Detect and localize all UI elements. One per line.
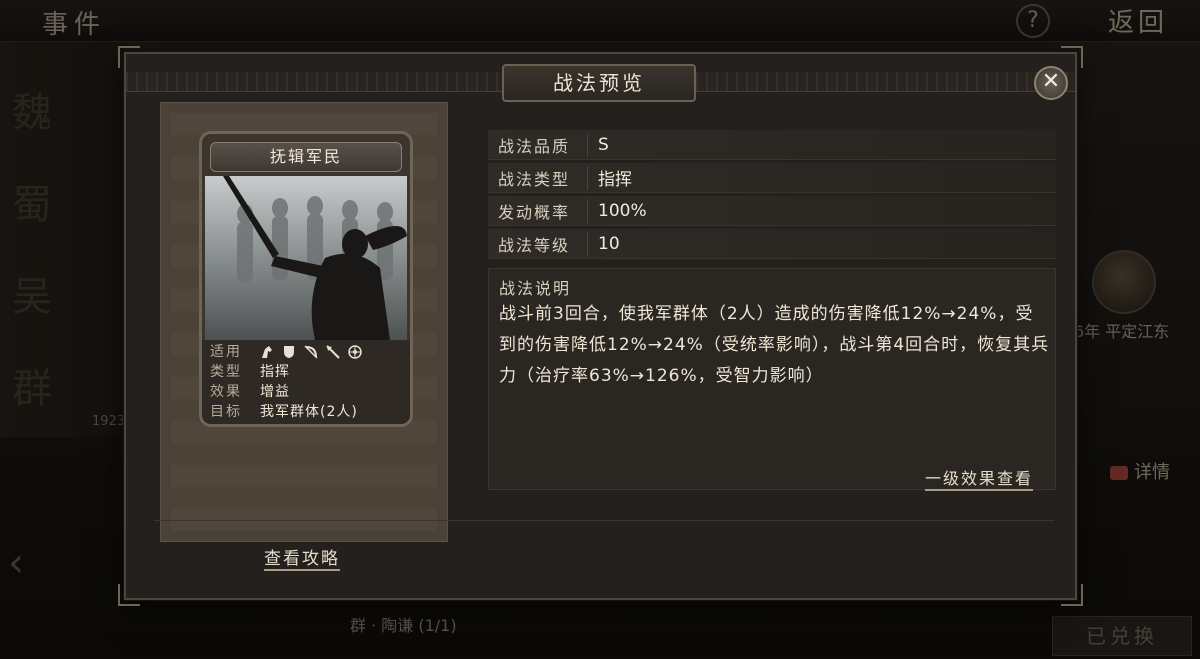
property-label: 战法等级: [488, 231, 588, 256]
tactic-preview-modal: 战法预览 ✕ 抚辑军民 适用 类型 指挥 效果 增益 目标 我军群体(2人) 战…: [118, 46, 1083, 606]
tactic-name: 抚辑军民: [210, 142, 402, 172]
card-row-label: 类型: [210, 364, 242, 380]
shield-icon: [282, 345, 296, 359]
card-row-value: 指挥: [260, 364, 290, 380]
card-row-value: 我军群体(2人): [260, 404, 358, 420]
divider: [154, 520, 1054, 521]
spear-icon: [326, 345, 340, 359]
corner-ornament: [118, 584, 140, 606]
description-label: 战法说明: [499, 279, 572, 298]
property-value: 100%: [598, 200, 647, 221]
property-label: 战法品质: [488, 132, 588, 157]
card-row-target: 目标 我军群体(2人): [210, 402, 410, 422]
property-label: 战法类型: [488, 165, 588, 190]
card-row-label: 效果: [210, 384, 242, 400]
property-value: S: [598, 134, 609, 155]
card-row-label: 适用: [210, 344, 242, 360]
tactic-card: 抚辑军民 适用 类型 指挥 效果 增益 目标 我军群体(2人): [199, 131, 413, 427]
tactic-description: 战法说明 战斗前3回合，使我军群体（2人）造成的伤害降低12%→24%，受到的伤…: [488, 268, 1056, 491]
corner-ornament: [118, 46, 140, 68]
troop-types: [260, 342, 362, 362]
modal-title: 战法预览: [502, 64, 696, 102]
description-text: 战斗前3回合，使我军群体（2人）造成的伤害降低12%→24%，受到的伤害降低12…: [499, 304, 1050, 386]
card-row-value: 增益: [260, 384, 290, 400]
corner-ornament: [1061, 46, 1083, 68]
property-probability: 发动概率 100%: [488, 196, 1056, 226]
close-icon[interactable]: ✕: [1034, 66, 1068, 100]
property-label: 发动概率: [488, 198, 588, 223]
card-frame: 抚辑军民 适用 类型 指挥 效果 增益 目标 我军群体(2人): [160, 102, 448, 542]
wheel-icon: [348, 345, 362, 359]
card-row-applicable: 适用: [210, 342, 410, 362]
bow-icon: [304, 345, 318, 359]
property-type: 战法类型 指挥: [488, 163, 1056, 193]
card-info: 适用 类型 指挥 效果 增益 目标 我军群体(2人): [202, 340, 410, 424]
warrior-silhouette-icon: [223, 176, 407, 340]
view-strategy-link[interactable]: 查看攻略: [264, 544, 340, 571]
cavalry-icon: [260, 345, 274, 359]
property-level: 战法等级 10: [488, 229, 1056, 259]
card-row-type: 类型 指挥: [210, 362, 410, 382]
tactic-artwork: [205, 176, 407, 340]
level-one-effect-link[interactable]: 一级效果查看: [925, 465, 1034, 491]
tactic-properties: 战法品质 S 战法类型 指挥 发动概率 100% 战法等级 10: [488, 130, 1056, 262]
corner-ornament: [1061, 584, 1083, 606]
property-value: 10: [598, 233, 620, 254]
card-row-label: 目标: [210, 404, 242, 420]
card-row-effect: 效果 增益: [210, 382, 410, 402]
property-quality: 战法品质 S: [488, 130, 1056, 160]
property-value: 指挥: [598, 170, 632, 190]
